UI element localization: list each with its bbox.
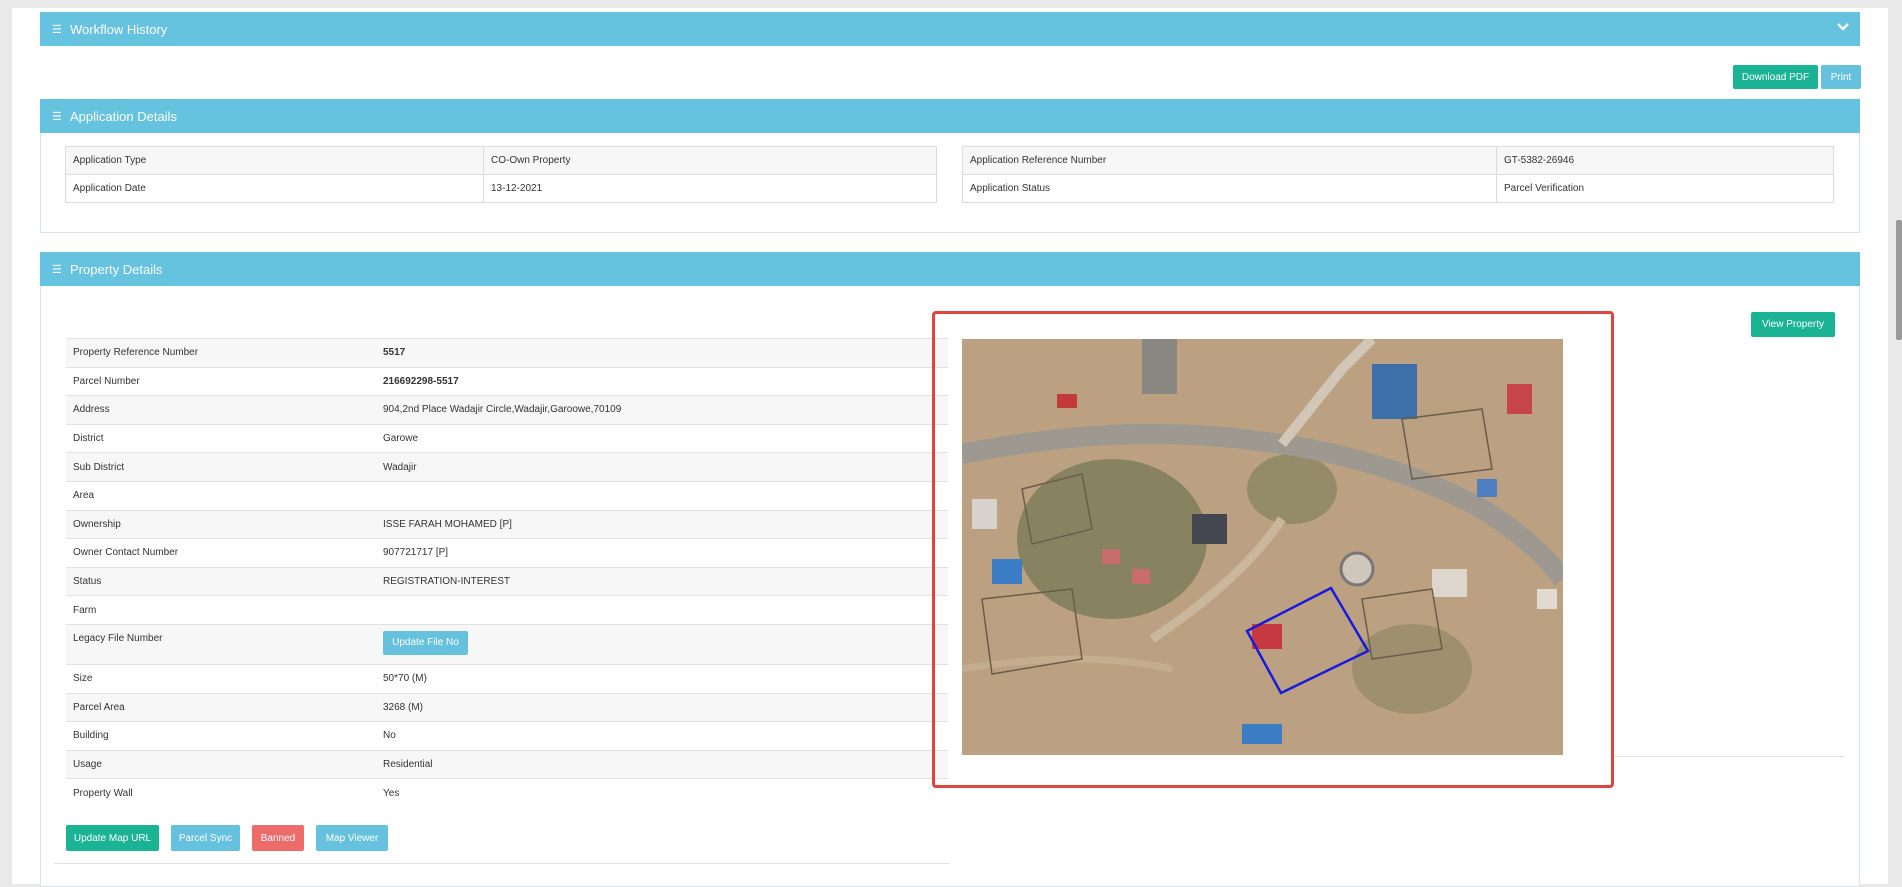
usage-label: Usage [73, 759, 102, 771]
parcel-number-value: 216692298-5517 [383, 375, 459, 387]
list-icon: ☰ [52, 110, 62, 123]
application-status-value: Parcel Verification [1496, 174, 1834, 203]
property-reference-value: 5517 [383, 347, 406, 359]
building-label: Building [73, 730, 109, 742]
application-date-label: Application Date [65, 174, 484, 203]
size-label: Size [73, 673, 93, 685]
download-pdf-button[interactable]: Download PDF [1733, 65, 1818, 89]
property-reference-label: Property Reference Number [73, 347, 199, 359]
divider [1612, 756, 1844, 757]
table-row: Building No [66, 721, 948, 750]
application-date-value: 13-12-2021 [483, 174, 937, 203]
table-row: Address 904,2nd Place Wadajir Circle,Wad… [66, 395, 948, 424]
table-row: Parcel Area 3268 (M) [66, 692, 948, 722]
table-row: Property Reference Number 5517 [66, 338, 948, 367]
print-button[interactable]: Print [1821, 65, 1861, 89]
table-row: Legacy File Number Update File No [66, 623, 948, 664]
table-row: Usage Residential [66, 749, 948, 779]
ownership-label: Ownership [73, 518, 121, 530]
property-table: Property Reference Number 5517 Parcel Nu… [66, 338, 948, 807]
property-wall-value: Yes [383, 787, 400, 799]
application-details-title: Application Details [70, 108, 177, 124]
property-wall-label: Property Wall [73, 787, 133, 799]
workflow-history-header[interactable]: ☰ Workflow History [40, 12, 1860, 46]
address-label: Address [73, 404, 110, 416]
table-row: Size 50*70 (M) [66, 663, 948, 693]
parcel-number-label: Parcel Number [73, 375, 140, 387]
application-reference-label: Application Reference Number [962, 146, 1497, 175]
workflow-history-title: Workflow History [70, 21, 168, 37]
application-right-table: Application Reference Number GT-5382-269… [962, 146, 1834, 203]
district-label: District [73, 433, 104, 445]
property-details-header: ☰ Property Details [40, 252, 1860, 286]
area-label: Area [73, 490, 95, 502]
table-row: Owner Contact Number 907721717 [P] [66, 538, 948, 567]
table-row: Application Status Parcel Verification [962, 174, 1834, 203]
address-value: 904,2nd Place Wadajir Circle,Wadajir,Gar… [383, 404, 622, 416]
application-reference-value: GT-5382-26946 [1496, 146, 1834, 175]
district-value: Garowe [383, 433, 419, 445]
parcel-sync-button[interactable]: Parcel Sync [171, 825, 240, 851]
table-row: Ownership ISSE FARAH MOHAMED [P] [66, 509, 948, 539]
map-highlight-frame [932, 311, 1614, 788]
parcel-area-label: Parcel Area [73, 701, 125, 713]
table-row: Property Wall Yes [66, 778, 948, 807]
building-value: No [383, 730, 396, 742]
list-icon: ☰ [52, 23, 62, 36]
usage-value: Residential [383, 759, 433, 771]
table-row: Application Type CO-Own Property [65, 146, 937, 175]
legacy-file-number-label: Legacy File Number [73, 632, 163, 644]
farm-label: Farm [73, 604, 97, 616]
list-icon: ☰ [52, 263, 62, 276]
update-map-url-button[interactable]: Update Map URL [66, 825, 159, 851]
status-label: Status [73, 576, 102, 588]
view-property-button[interactable]: View Property [1751, 312, 1835, 337]
ownership-value: ISSE FARAH MOHAMED [P] [383, 518, 512, 530]
legacy-file-number-value: Update File No [383, 630, 948, 657]
size-value: 50*70 (M) [383, 673, 427, 685]
owner-contact-value: 907721717 [P] [383, 547, 449, 559]
table-row: Application Reference Number GT-5382-269… [962, 146, 1834, 175]
property-details-title: Property Details [70, 261, 163, 277]
table-row: Parcel Number 216692298-5517 [66, 366, 948, 396]
parcel-area-value: 3268 (M) [383, 701, 424, 713]
application-details-header: ☰ Application Details [40, 99, 1860, 133]
page-scrollbar[interactable] [1896, 220, 1902, 340]
table-row: District Garowe [66, 423, 948, 453]
sub-district-value: Wadajir [383, 461, 417, 473]
map-viewer-button[interactable]: Map Viewer [316, 825, 388, 851]
table-row: Application Date 13-12-2021 [65, 174, 937, 203]
chevron-down-icon[interactable] [1836, 22, 1850, 32]
sub-district-label: Sub District [73, 461, 125, 473]
table-row: Status REGISTRATION-INTEREST [66, 566, 948, 596]
table-row: Area [66, 480, 948, 510]
application-type-label: Application Type [65, 146, 484, 175]
application-left-table: Application Type CO-Own Property Applica… [65, 146, 937, 203]
table-row: Sub District Wadajir [66, 452, 948, 481]
status-value: REGISTRATION-INTEREST [383, 576, 511, 588]
owner-contact-label: Owner Contact Number [73, 547, 179, 559]
banned-button[interactable]: Banned [252, 825, 304, 851]
application-status-label: Application Status [962, 174, 1497, 203]
update-file-no-button[interactable]: Update File No [383, 630, 468, 655]
table-row: Farm [66, 595, 948, 624]
divider [54, 863, 950, 864]
application-type-value: CO-Own Property [483, 146, 937, 175]
